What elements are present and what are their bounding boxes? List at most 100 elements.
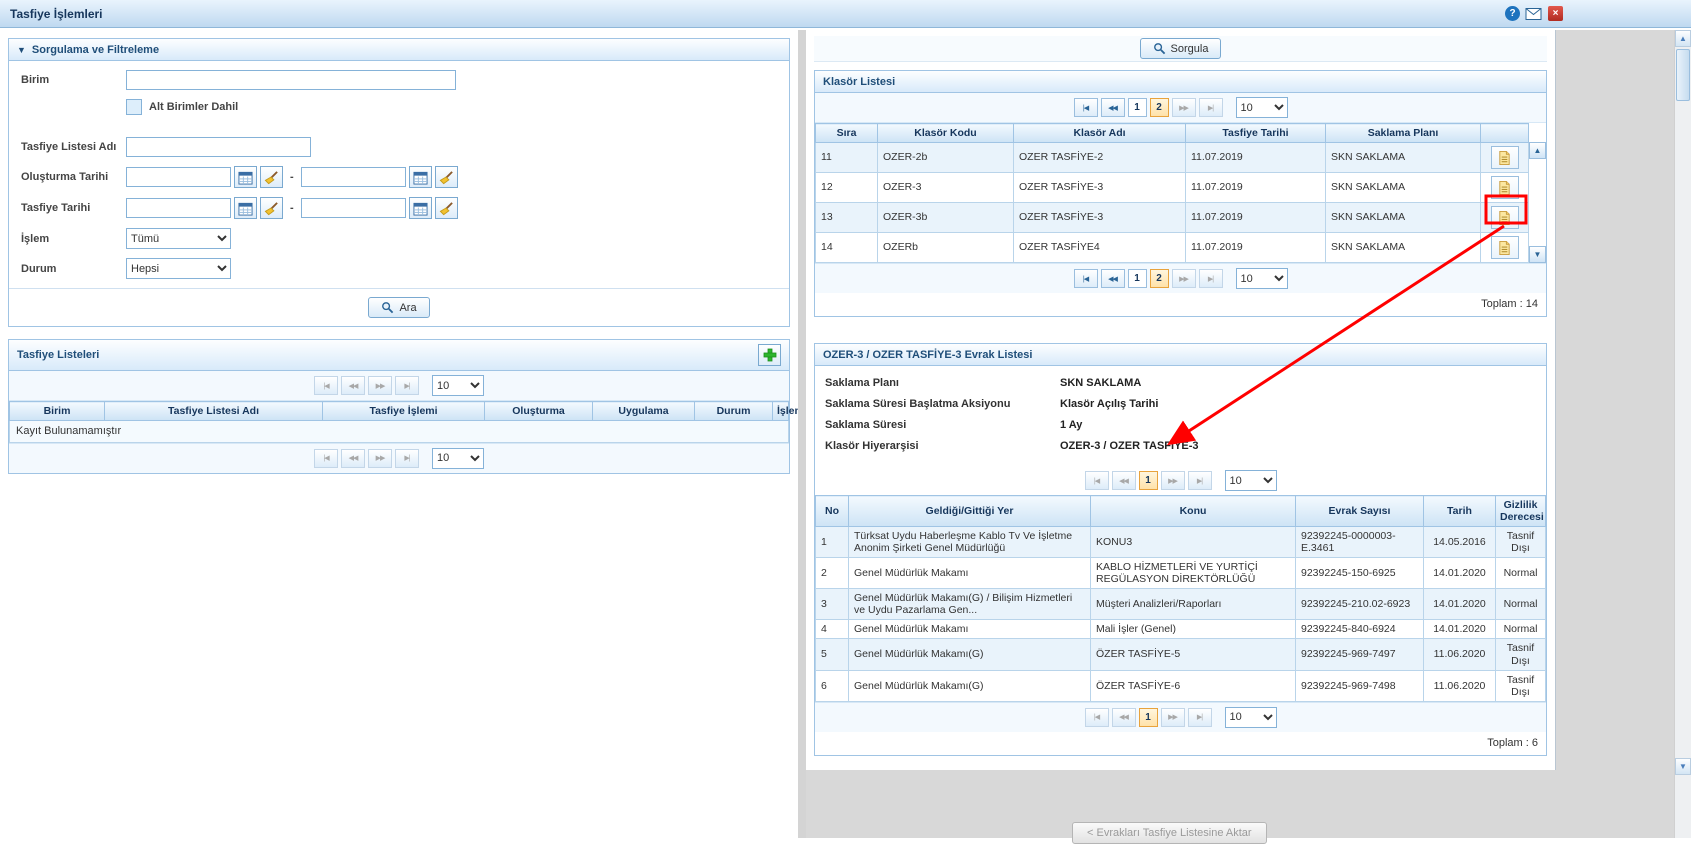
scroll-down-button[interactable]: ▼ [1529,246,1546,263]
hiyerarsi-label: Klasör Hiyerarşisi [825,439,1060,454]
column-header: Sıra [816,124,878,143]
pager-last-button[interactable]: ▶| [395,449,419,468]
sure-label: Saklama Süresi [825,418,1060,433]
pager-prev-button[interactable]: ◀◀ [341,449,365,468]
durum-select[interactable]: Hepsi [126,258,231,279]
pager-prev-button[interactable]: ◀◀ [1112,708,1136,727]
open-evrak-listesi-button-highlighted[interactable] [1491,206,1519,229]
olusturma-bitis-input[interactable] [301,167,406,187]
evrak-total: Toplam : 6 [815,732,1546,755]
collapse-icon[interactable]: ▼ [17,45,26,55]
cell-sira: 11 [816,143,878,173]
pager-page-2-active[interactable]: 2 [1150,98,1169,117]
close-icon[interactable]: × [1548,6,1563,21]
cell-tarih: 14.01.2020 [1424,558,1496,589]
tasfiye-bitis-input[interactable] [301,198,406,218]
table-row[interactable]: 3 Genel Müdürlük Makamı(G) / Bilişim Hiz… [816,589,1546,620]
pager-next-button[interactable]: ▶▶ [1161,708,1185,727]
pager-page-1-active[interactable]: 1 [1139,471,1158,490]
table-row[interactable]: 12 OZER-3 OZER TASFİYE-3 11.07.2019 SKN … [816,173,1529,203]
filter-panel-header[interactable]: ▼ Sorgulama ve Filtreleme [9,39,789,61]
klasor-listesi-panel: Klasör Listesi |◀ ◀◀ 1 2 ▶▶ ▶| 10 Sıra [814,70,1547,317]
table-row[interactable]: 4 Genel Müdürlük Makamı Mali İşler (Gene… [816,620,1546,639]
tasfiye-bitis-clear-button[interactable] [435,197,458,219]
mail-icon[interactable] [1525,7,1543,21]
olusturma-baslangic-clear-button[interactable] [260,166,283,188]
pager-first-button[interactable]: |◀ [1085,471,1109,490]
page-size-select[interactable]: 10 [432,448,484,469]
pager-page-1-active[interactable]: 1 [1139,708,1158,727]
table-row[interactable]: 5 Genel Müdürlük Makamı(G) ÖZER TASFİYE-… [816,639,1546,670]
ara-button[interactable]: Ara [368,297,429,318]
scrollbar-thumb[interactable] [1676,49,1690,101]
pager-next-button[interactable]: ▶▶ [1161,471,1185,490]
cell-konu: KABLO HİZMETLERİ VE YURTİÇİ REGÜLASYON D… [1091,558,1296,589]
broom-icon [439,201,454,216]
pager-next-button[interactable]: ▶▶ [1172,98,1196,117]
pager-last-button[interactable]: ▶| [1199,269,1223,288]
pager-next-button[interactable]: ▶▶ [368,449,392,468]
pager-first-button[interactable]: |◀ [1074,98,1098,117]
tasfiye-bitis-calendar-button[interactable] [409,197,432,219]
add-tasfiye-listesi-button[interactable] [758,344,781,366]
sure-value: 1 Ay [1060,418,1082,433]
pager-first-button[interactable]: |◀ [1074,269,1098,288]
pager-first-button[interactable]: |◀ [314,449,338,468]
page-size-select[interactable]: 10 [432,375,484,396]
pager-last-button[interactable]: ▶| [395,376,419,395]
pager-prev-button[interactable]: ◀◀ [341,376,365,395]
olusturma-bitis-clear-button[interactable] [435,166,458,188]
pager-last-button[interactable]: ▶| [1199,98,1223,117]
open-evrak-listesi-button[interactable] [1491,176,1519,199]
scroll-up-button[interactable]: ▲ [1529,142,1546,159]
page-size-select[interactable]: 10 [1236,97,1288,118]
column-header: Tasfiye Listesi Adı [105,402,323,421]
birim-input[interactable] [126,70,456,90]
column-header: İşlem [773,402,789,421]
table-row[interactable]: 2 Genel Müdürlük Makamı KABLO HİZMETLERİ… [816,558,1546,589]
pager-next-button[interactable]: ▶▶ [1172,269,1196,288]
tasfiye-baslangic-clear-button[interactable] [260,197,283,219]
table-row[interactable]: 1 Türksat Uydu Haberleşme Kablo Tv Ve İş… [816,527,1546,558]
page-size-select[interactable]: 10 [1225,470,1277,491]
table-row[interactable]: 6 Genel Müdürlük Makamı(G) ÖZER TASFİYE-… [816,670,1546,701]
column-header: Geldiği/Gittiği Yer [849,496,1091,527]
olusturma-bitis-calendar-button[interactable] [409,166,432,188]
scrollbar-down-icon[interactable]: ▼ [1675,758,1691,775]
olusturma-baslangic-input[interactable] [126,167,231,187]
table-row[interactable]: 14 OZERb OZER TASFİYE4 11.07.2019 SKN SA… [816,233,1529,263]
table-row-selected[interactable]: 13 OZER-3b OZER TASFİYE-3 11.07.2019 SKN… [816,203,1529,233]
open-evrak-listesi-button[interactable] [1491,236,1519,259]
help-icon[interactable]: ? [1505,6,1520,21]
pager-page-2-active[interactable]: 2 [1150,269,1169,288]
column-header: Durum [695,402,773,421]
pager-page-1[interactable]: 1 [1128,98,1147,117]
evraklari-aktar-button[interactable]: < Evrakları Tasfiye Listesine Aktar [1072,822,1267,844]
page-size-select[interactable]: 10 [1236,268,1288,289]
tasfiye-baslangic-calendar-button[interactable] [234,197,257,219]
islem-select[interactable]: Tümü [126,228,231,249]
table-row[interactable]: 11 OZER-2b OZER TASFİYE-2 11.07.2019 SKN… [816,143,1529,173]
pager-prev-button[interactable]: ◀◀ [1101,98,1125,117]
liste-adi-row: Tasfiye Listesi Adı [21,137,777,157]
alt-birimler-checkbox[interactable] [126,99,142,115]
tasfiye-baslangic-input[interactable] [126,198,231,218]
olusturma-baslangic-calendar-button[interactable] [234,166,257,188]
pager-first-button[interactable]: |◀ [1085,708,1109,727]
tasfiye-listesi-adi-input[interactable] [126,137,311,157]
pager-page-1[interactable]: 1 [1128,269,1147,288]
pager-first-button[interactable]: |◀ [314,376,338,395]
scrollbar-up-icon[interactable]: ▲ [1675,30,1691,47]
sorgula-button[interactable]: Sorgula [1140,38,1222,59]
page-size-select[interactable]: 10 [1225,707,1277,728]
page-scrollbar[interactable]: ▲ ▼ [1674,30,1691,838]
broom-icon [264,170,279,185]
open-evrak-listesi-button[interactable] [1491,146,1519,169]
pager-last-button[interactable]: ▶| [1188,708,1212,727]
column-header: Tarih [1424,496,1496,527]
pager-last-button[interactable]: ▶| [1188,471,1212,490]
pager-prev-button[interactable]: ◀◀ [1101,269,1125,288]
pager-prev-button[interactable]: ◀◀ [1112,471,1136,490]
pager-next-button[interactable]: ▶▶ [368,376,392,395]
klasor-listesi-title: Klasör Listesi [823,76,895,88]
